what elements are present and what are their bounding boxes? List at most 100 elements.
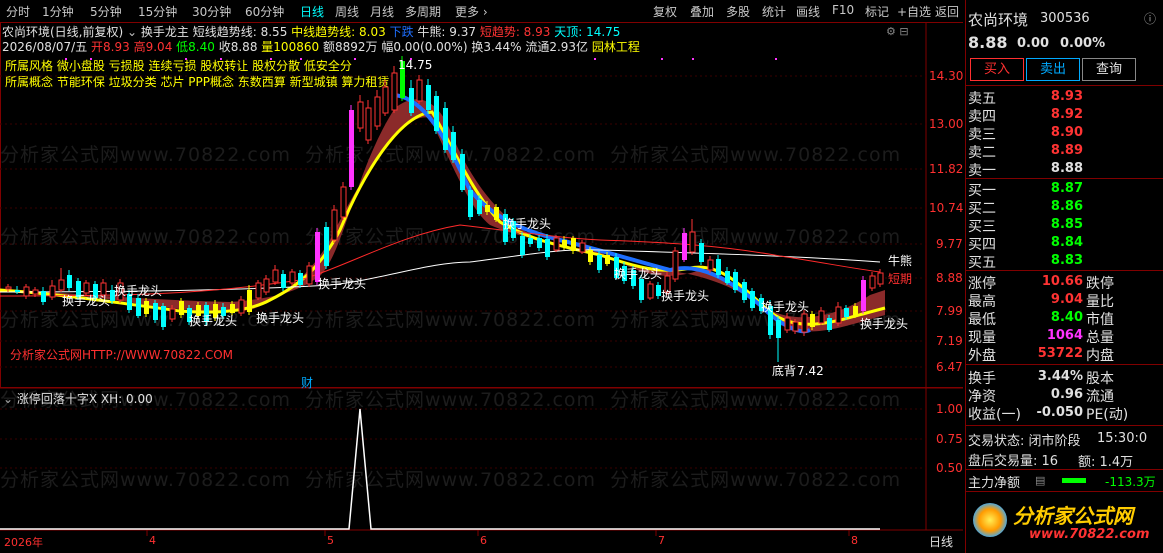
ask-3-price[interactable]: 8.90 bbox=[1025, 125, 1083, 140]
candle bbox=[537, 238, 542, 248]
price-pct: 0.00% bbox=[1060, 36, 1106, 51]
quote-panel: 农尚环境 300536 ⓘ 8.88 0.00 0.00% 买入 卖出 查询 卖… bbox=[965, 0, 1163, 553]
kline-chart bbox=[0, 22, 963, 536]
bid-1-label: 买一 bbox=[968, 183, 996, 199]
dragon-label: 换手龙头 bbox=[114, 284, 163, 298]
grid bbox=[0, 75, 926, 469]
sub-chart-title: ⌄ 涨停回落十字X XH: 0.00 bbox=[3, 390, 153, 407]
cur-vol-value: 1064 bbox=[1046, 328, 1083, 343]
limit-down-label: 跌停 bbox=[1086, 276, 1114, 292]
candle bbox=[153, 303, 158, 320]
candle bbox=[365, 107, 372, 141]
after-hours-volume: 盘后交易量: 16 bbox=[968, 454, 1059, 469]
candle bbox=[255, 282, 262, 299]
candle bbox=[528, 238, 533, 244]
outer-value: 53722 bbox=[1037, 346, 1083, 361]
candle bbox=[776, 320, 781, 338]
bid-2-price[interactable]: 8.86 bbox=[1025, 199, 1083, 214]
y-tick: 8.88 bbox=[936, 271, 963, 285]
candle bbox=[588, 250, 593, 262]
x-tick: 4 bbox=[149, 534, 156, 547]
bid-1-price[interactable]: 8.87 bbox=[1025, 181, 1083, 196]
bid-4-price[interactable]: 8.84 bbox=[1025, 235, 1083, 250]
peak-label: 14.75 bbox=[398, 58, 433, 72]
candle bbox=[306, 265, 313, 285]
ask-5-price[interactable]: 8.93 bbox=[1025, 89, 1083, 104]
ask-2-price[interactable]: 8.89 bbox=[1025, 143, 1083, 158]
total-vol-label: 总量 bbox=[1086, 330, 1114, 346]
candle bbox=[409, 88, 414, 113]
y-tick: 7.99 bbox=[936, 304, 963, 318]
bid-3-price[interactable]: 8.85 bbox=[1025, 217, 1083, 232]
dragon-label: 换手龙头 bbox=[318, 277, 367, 291]
buy-button[interactable]: 买入 bbox=[970, 58, 1024, 81]
candle bbox=[485, 205, 490, 212]
candle bbox=[562, 240, 567, 247]
candle bbox=[818, 310, 825, 324]
collapse-icon[interactable]: ⌄ bbox=[3, 392, 13, 406]
cur-vol-label: 现量 bbox=[968, 330, 996, 346]
dragon-label: 换手龙头 bbox=[661, 289, 710, 303]
candle bbox=[272, 269, 279, 283]
candle bbox=[869, 275, 876, 289]
query-button[interactable]: 查询 bbox=[1082, 58, 1136, 81]
dragon-label: 换手龙头 bbox=[503, 217, 552, 231]
bid-5-price[interactable]: 8.83 bbox=[1025, 253, 1083, 268]
list-icon[interactable]: ▤ bbox=[1035, 474, 1045, 487]
nav-label: 净资 bbox=[968, 389, 996, 405]
inner-label: 内盘 bbox=[1086, 348, 1114, 364]
ask-5-label: 卖五 bbox=[968, 91, 996, 107]
candle bbox=[571, 238, 576, 251]
ask-1-label: 卖一 bbox=[968, 163, 996, 179]
dragon-label: 换手龙头 bbox=[189, 314, 238, 328]
candle bbox=[15, 290, 20, 292]
candle bbox=[792, 321, 799, 332]
candle bbox=[672, 250, 679, 280]
outer-label: 外盘 bbox=[968, 348, 996, 364]
bid-4-label: 买四 bbox=[968, 237, 996, 253]
candle bbox=[374, 96, 381, 127]
candle bbox=[58, 279, 65, 291]
x-tick: 7 bbox=[658, 534, 665, 547]
candle bbox=[877, 272, 884, 285]
candle bbox=[605, 255, 610, 264]
candle bbox=[853, 306, 858, 315]
candle bbox=[477, 200, 482, 214]
low-label: 7.42 bbox=[797, 364, 824, 378]
bull-bear-label: 牛熊 bbox=[888, 254, 913, 268]
sub-indicator-line bbox=[0, 408, 880, 530]
x-tick: 6 bbox=[480, 534, 487, 547]
x-tick: 8 bbox=[851, 534, 858, 547]
candle bbox=[639, 279, 644, 300]
after-hours-amount: 额: 1.4万 bbox=[1078, 455, 1134, 470]
candle bbox=[349, 110, 354, 187]
limit-up-label: 涨停 bbox=[968, 276, 996, 292]
info-icon[interactable]: ⓘ bbox=[1144, 10, 1156, 27]
vol-ratio-label: 量比 bbox=[1086, 294, 1114, 310]
sub-indicator-name[interactable]: 涨停回落十字X XH: 0.00 bbox=[17, 392, 153, 406]
candle bbox=[520, 236, 525, 255]
website-label: 分析家公式网HTTP://WWW.70822.COM bbox=[10, 348, 234, 362]
candle bbox=[742, 282, 747, 300]
ask-1-price[interactable]: 8.88 bbox=[1025, 161, 1083, 176]
candle bbox=[434, 96, 439, 131]
candle bbox=[460, 154, 465, 190]
y-tick: 10.74 bbox=[929, 201, 964, 215]
main-net-value: -113.3万 bbox=[1105, 475, 1156, 489]
main-net-bar bbox=[1062, 478, 1086, 483]
candle bbox=[391, 72, 398, 111]
ask-4-price[interactable]: 8.92 bbox=[1025, 107, 1083, 122]
sell-button[interactable]: 卖出 bbox=[1026, 58, 1080, 81]
candle bbox=[136, 298, 141, 316]
candle bbox=[443, 108, 448, 150]
candle bbox=[49, 285, 56, 298]
logo-url: www.70822.com bbox=[1029, 527, 1150, 542]
turnover-label: 换手 bbox=[968, 371, 996, 387]
turnover-value: 3.44% bbox=[1037, 369, 1083, 384]
y-tick: 0.75 bbox=[936, 432, 963, 446]
candle bbox=[331, 209, 338, 241]
period-label[interactable]: 日线 bbox=[929, 533, 953, 550]
finance-marker[interactable]: 财 bbox=[301, 374, 313, 391]
x-tick: 5 bbox=[327, 534, 334, 547]
ask-4-label: 卖四 bbox=[968, 109, 996, 125]
